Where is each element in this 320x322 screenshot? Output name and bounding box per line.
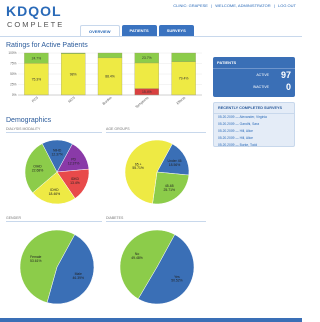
age-groups-title: AGE GROUPS <box>106 127 130 131</box>
y-tick-label: 50% <box>10 72 17 76</box>
active-patients-row[interactable]: ACTIVE 97 <box>213 69 295 81</box>
y-tick-label: 0% <box>12 93 17 97</box>
gender-pie-chart: Male46.39%Female53.61% <box>19 229 95 305</box>
separator: | <box>273 3 275 8</box>
dialysis-modality-pie-chart: PD12.37%IDKD13.4%IDHD18.46%OIHD22.68%NIH… <box>24 139 90 205</box>
tab-surveys[interactable]: SURVEYS <box>158 25 194 36</box>
bar-data-label: 23.7% <box>142 56 152 60</box>
survey-link[interactable]: 05.20.2009 — Alexander, Virginia <box>214 114 294 121</box>
demographics-title: Demographics <box>6 117 52 124</box>
y-tick-label: 75% <box>10 62 17 66</box>
welcome-text: WELCOME, ADMINISTRATOR <box>215 3 271 8</box>
pie-percent-label: 46.39% <box>72 276 84 280</box>
pie-percent-label: 50.52% <box>171 279 183 283</box>
clinic-link[interactable]: CLINIC: GRAPESE <box>173 3 208 8</box>
gender-title: GENDER <box>6 216 21 220</box>
y-tick-label: 100% <box>8 51 16 55</box>
category-label: MCS <box>67 95 76 103</box>
pie-percent-label: 49.48% <box>131 256 143 260</box>
category-label: Symptoms <box>135 96 150 110</box>
kdqol-logo[interactable]: KDQOL COMPLETE <box>6 4 76 32</box>
age-groups-pie-chart: Under 4518.56%45-6525.71%65 +55.71% <box>124 139 190 205</box>
pie-percent-label: 25.71% <box>164 188 176 192</box>
dialysis-modality-title: DIALYSIS MODALITY <box>6 127 41 131</box>
pie-percent-label: 55.71% <box>132 166 144 170</box>
logout-link[interactable]: LOG OUT <box>278 3 296 8</box>
header: KDQOL COMPLETE CLINIC: GRAPESE | WELCOME… <box>0 0 302 36</box>
survey-link[interactable]: 05.20.2009 — Hill, Alice <box>214 134 294 141</box>
inactive-count: 0 <box>285 82 291 92</box>
tab-overview[interactable]: OVERVIEW <box>80 25 120 36</box>
top-links: CLINIC: GRAPESE | WELCOME, ADMINISTRATOR… <box>171 3 296 8</box>
divider <box>6 221 102 222</box>
bar-data-label: 24.7% <box>32 56 42 60</box>
recent-surveys-title: RECENTLY COMPLETED SURVEYS <box>214 103 294 114</box>
pie-percent-label: 12.37% <box>51 153 63 157</box>
ratings-title: Ratings for Active Patients <box>6 42 88 49</box>
survey-link[interactable]: 05.20.2009 — Gandhi, Sara <box>214 121 294 128</box>
bar-data-label: 75.3% <box>32 77 42 81</box>
patients-panel: PATIENTS ACTIVE 97 INACTIVE 0 <box>213 57 295 97</box>
bar-segment[interactable] <box>171 52 196 62</box>
bar-segment[interactable] <box>134 62 159 89</box>
bar-data-label: 98% <box>70 73 77 77</box>
y-tick-label: 25% <box>10 83 17 87</box>
category-label: PCS <box>31 95 39 103</box>
pie-percent-label: 13.4% <box>70 181 80 185</box>
category-label: Burden <box>102 96 113 106</box>
inactive-label: INACTIVE <box>252 85 269 89</box>
divider <box>6 132 102 133</box>
pie-percent-label: 22.68% <box>32 169 44 173</box>
bar-data-label: 15.4% <box>142 90 152 94</box>
diabetes-title: DIABETES <box>106 216 124 220</box>
patients-panel-title: PATIENTS <box>213 57 295 69</box>
ratings-bar-chart: 100% 75% 50% 25% 0% 24.7% 75.3% PCS 98% MCS 88.4% B… <box>8 51 202 110</box>
bar-segment[interactable] <box>61 52 86 54</box>
recent-surveys-box: RECENTLY COMPLETED SURVEYS 05.20.2009 — … <box>213 102 295 147</box>
nav-divider <box>0 36 302 37</box>
bar-data-label: 88.4% <box>105 75 115 79</box>
tab-patients[interactable]: PATIENTS <box>121 25 157 36</box>
main-tabs: OVERVIEW PATIENTS SURVEYS <box>80 25 196 36</box>
diabetes-pie-chart: Yes50.52%No49.48% <box>119 229 195 305</box>
pie-percent-label: 12.37% <box>68 162 80 166</box>
active-label: ACTIVE <box>256 73 269 77</box>
logo-text-bottom: COMPLETE <box>7 20 65 29</box>
pie-percent-label: 53.61% <box>30 259 42 263</box>
divider <box>106 132 206 133</box>
pie-percent-label: 18.56% <box>169 163 181 167</box>
survey-link[interactable]: 05.20.2009 — Burke, Todd <box>214 141 294 148</box>
logo-text-top: KDQOL <box>6 3 62 19</box>
separator: | <box>211 3 213 8</box>
bar-data-label: 79.4% <box>179 77 189 81</box>
active-count: 97 <box>280 70 291 80</box>
survey-link[interactable]: 05.20.2009 — Hill, Alice <box>214 128 294 135</box>
footer-bar <box>0 318 302 322</box>
bar-segment[interactable] <box>97 52 123 59</box>
divider <box>106 221 206 222</box>
category-label: Effects <box>176 96 187 106</box>
pie-percent-label: 18.46% <box>49 192 61 196</box>
inactive-patients-row[interactable]: INACTIVE 0 <box>213 81 295 93</box>
